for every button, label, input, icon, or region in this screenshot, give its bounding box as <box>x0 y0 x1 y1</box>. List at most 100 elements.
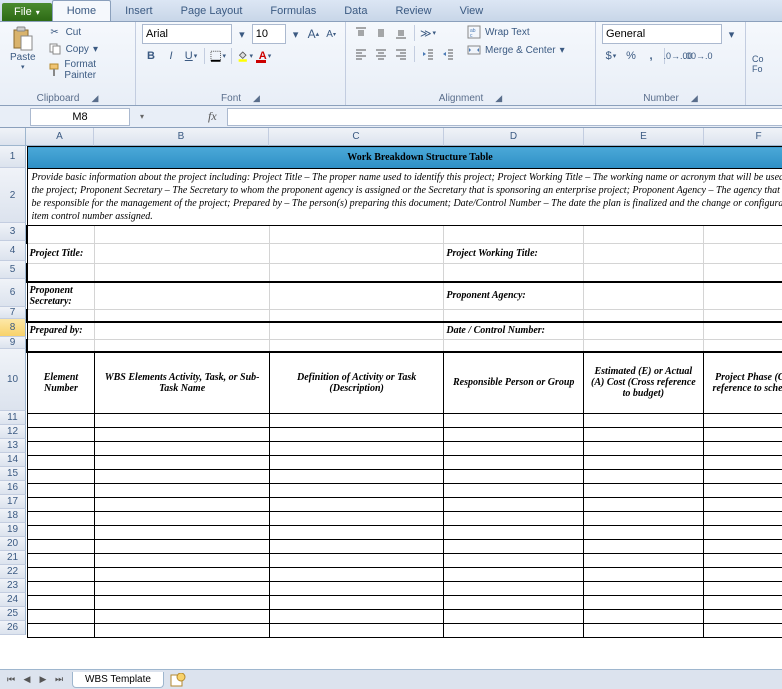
copy-button[interactable]: Copy ▾ <box>44 41 129 57</box>
sheet-tab-wbs[interactable]: WBS Template <box>72 672 164 688</box>
cell[interactable] <box>95 282 269 310</box>
prev-sheet-button[interactable]: ◀ <box>20 673 34 687</box>
cell[interactable] <box>95 226 269 244</box>
font-name-dropdown[interactable]: ▾ <box>234 25 250 43</box>
decrease-decimal-button[interactable]: .00→.0 <box>689 47 707 65</box>
cell[interactable] <box>27 484 95 498</box>
cell[interactable] <box>703 610 782 624</box>
align-top-button[interactable] <box>352 24 370 42</box>
cell[interactable]: WBS Elements Activity, Task, or Sub-Task… <box>95 352 269 414</box>
cell[interactable] <box>584 414 704 428</box>
col-header-a[interactable]: A <box>26 128 94 146</box>
cell[interactable] <box>703 540 782 554</box>
cell[interactable] <box>269 540 444 554</box>
cell[interactable] <box>269 596 444 610</box>
cell[interactable]: Date / Control Number: <box>444 322 584 340</box>
cell[interactable] <box>584 540 704 554</box>
cell[interactable] <box>27 512 95 526</box>
cell[interactable] <box>444 624 584 638</box>
percent-button[interactable]: % <box>622 47 640 65</box>
cell[interactable] <box>269 282 444 310</box>
cell[interactable] <box>269 624 444 638</box>
cell[interactable] <box>444 582 584 596</box>
cell[interactable] <box>27 554 95 568</box>
cell[interactable] <box>27 596 95 610</box>
row-header-10[interactable]: 10 <box>0 349 26 411</box>
cell[interactable] <box>27 526 95 540</box>
cell[interactable] <box>584 498 704 512</box>
row-header-24[interactable]: 24 <box>0 593 26 607</box>
row-header-9[interactable]: 9 <box>0 337 26 349</box>
cell[interactable] <box>269 322 444 340</box>
cell[interactable] <box>95 526 269 540</box>
cell[interactable] <box>444 610 584 624</box>
row-header-3[interactable]: 3 <box>0 223 26 241</box>
grow-font-button[interactable]: A▴ <box>306 25 322 43</box>
cell[interactable] <box>95 322 269 340</box>
cell[interactable] <box>27 568 95 582</box>
cell[interactable] <box>584 428 704 442</box>
cell[interactable] <box>703 624 782 638</box>
cell[interactable] <box>95 470 269 484</box>
cell[interactable] <box>703 340 782 352</box>
cell[interactable] <box>703 526 782 540</box>
cell[interactable]: Prepared by: <box>27 322 95 340</box>
name-box-dropdown[interactable]: ▾ <box>136 112 148 121</box>
bold-button[interactable]: B <box>142 47 160 65</box>
cell[interactable] <box>27 310 95 322</box>
cell[interactable] <box>95 512 269 526</box>
cell[interactable] <box>95 456 269 470</box>
tab-insert[interactable]: Insert <box>111 1 167 21</box>
cell[interactable] <box>584 456 704 470</box>
align-right-button[interactable] <box>392 45 410 63</box>
cell[interactable] <box>27 428 95 442</box>
cell[interactable] <box>444 310 584 322</box>
cell[interactable] <box>584 226 704 244</box>
cell[interactable] <box>584 512 704 526</box>
row-header-11[interactable]: 11 <box>0 411 26 425</box>
cell[interactable]: Provide basic information about the proj… <box>27 169 782 226</box>
cell[interactable] <box>444 226 584 244</box>
cell[interactable] <box>703 484 782 498</box>
cell[interactable] <box>95 582 269 596</box>
cell[interactable] <box>269 442 444 456</box>
cell[interactable] <box>95 310 269 322</box>
cell[interactable] <box>703 596 782 610</box>
cell[interactable] <box>95 624 269 638</box>
cell[interactable]: Proponent Agency: <box>444 282 584 310</box>
last-sheet-button[interactable]: ⏭ <box>52 673 66 687</box>
row-header-7[interactable]: 7 <box>0 307 26 319</box>
cell[interactable] <box>269 554 444 568</box>
cell[interactable] <box>584 568 704 582</box>
align-center-button[interactable] <box>372 45 390 63</box>
row-header-15[interactable]: 15 <box>0 467 26 481</box>
cell[interactable] <box>444 484 584 498</box>
cell[interactable] <box>27 442 95 456</box>
cell[interactable] <box>444 442 584 456</box>
cell[interactable] <box>584 624 704 638</box>
expand-icon[interactable]: ◢ <box>91 93 98 104</box>
row-header-6[interactable]: 6 <box>0 279 26 307</box>
row-header-23[interactable]: 23 <box>0 579 26 593</box>
font-name-select[interactable] <box>142 24 232 44</box>
row-header-20[interactable]: 20 <box>0 537 26 551</box>
row-header-12[interactable]: 12 <box>0 425 26 439</box>
fill-color-button[interactable]: ▾ <box>236 47 254 65</box>
cell[interactable]: Work Breakdown Structure Table <box>27 147 782 169</box>
cell[interactable] <box>703 442 782 456</box>
row-header-21[interactable]: 21 <box>0 551 26 565</box>
currency-button[interactable]: $▾ <box>602 47 620 65</box>
cell[interactable] <box>584 322 704 340</box>
cell[interactable] <box>269 498 444 512</box>
cell[interactable] <box>95 484 269 498</box>
cell[interactable] <box>27 624 95 638</box>
cell[interactable] <box>269 244 444 264</box>
font-size-dropdown[interactable]: ▾ <box>288 25 304 43</box>
cell[interactable] <box>444 596 584 610</box>
cell[interactable] <box>703 456 782 470</box>
cell[interactable] <box>584 554 704 568</box>
cell[interactable]: Proponent Secretary: <box>27 282 95 310</box>
cell[interactable] <box>703 470 782 484</box>
shrink-font-button[interactable]: A▾ <box>323 25 339 43</box>
paste-button[interactable]: Paste ▾ <box>6 24 40 73</box>
